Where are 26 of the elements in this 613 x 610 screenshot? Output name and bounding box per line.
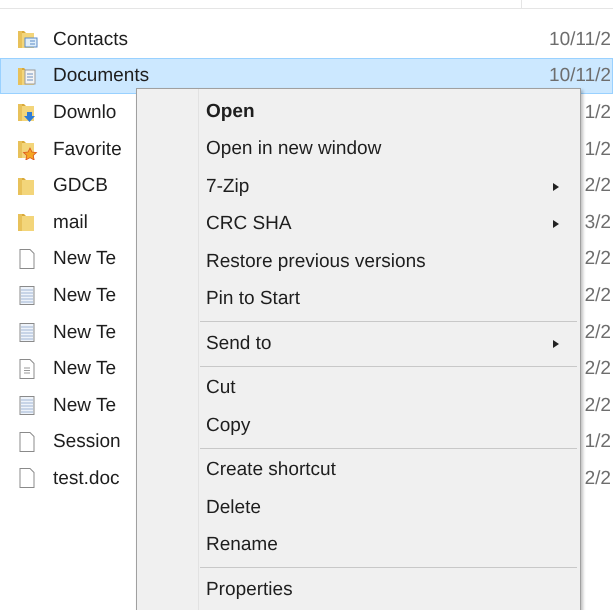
modified-date: 1/2 [584,432,612,452]
file-name: Session [53,432,121,452]
modified-date: 3/2 [584,212,612,232]
file-name: New Te [53,286,116,305]
file-name: mail [53,212,88,232]
modified-date: 2/2 [584,286,612,305]
modified-date: 10/11/2 [549,30,612,49]
file-name: Downlo [53,102,116,122]
modified-date: 10/11/2 [549,66,612,86]
file-name: Documents [53,66,150,86]
modified-date: 2/2 [584,359,612,378]
modified-date: 2/2 [584,468,612,488]
modified-date: 2/2 [584,322,612,342]
modified-date: 1/2 [584,102,612,122]
modified-date: 2/2 [584,249,612,268]
file-name: New Te [53,249,116,268]
file-name: GDCB [53,176,108,196]
modified-date: 1/2 [584,140,612,159]
modified-date: 2/2 [584,396,612,415]
file-name: Contacts [53,30,128,49]
file-name: test.doc [53,468,120,488]
file-name: New Te [53,322,116,342]
file-name: New Te [53,396,116,415]
modified-date: 2/2 [584,176,612,196]
file-name: New Te [53,359,116,378]
file-name: Favorite [53,140,122,159]
